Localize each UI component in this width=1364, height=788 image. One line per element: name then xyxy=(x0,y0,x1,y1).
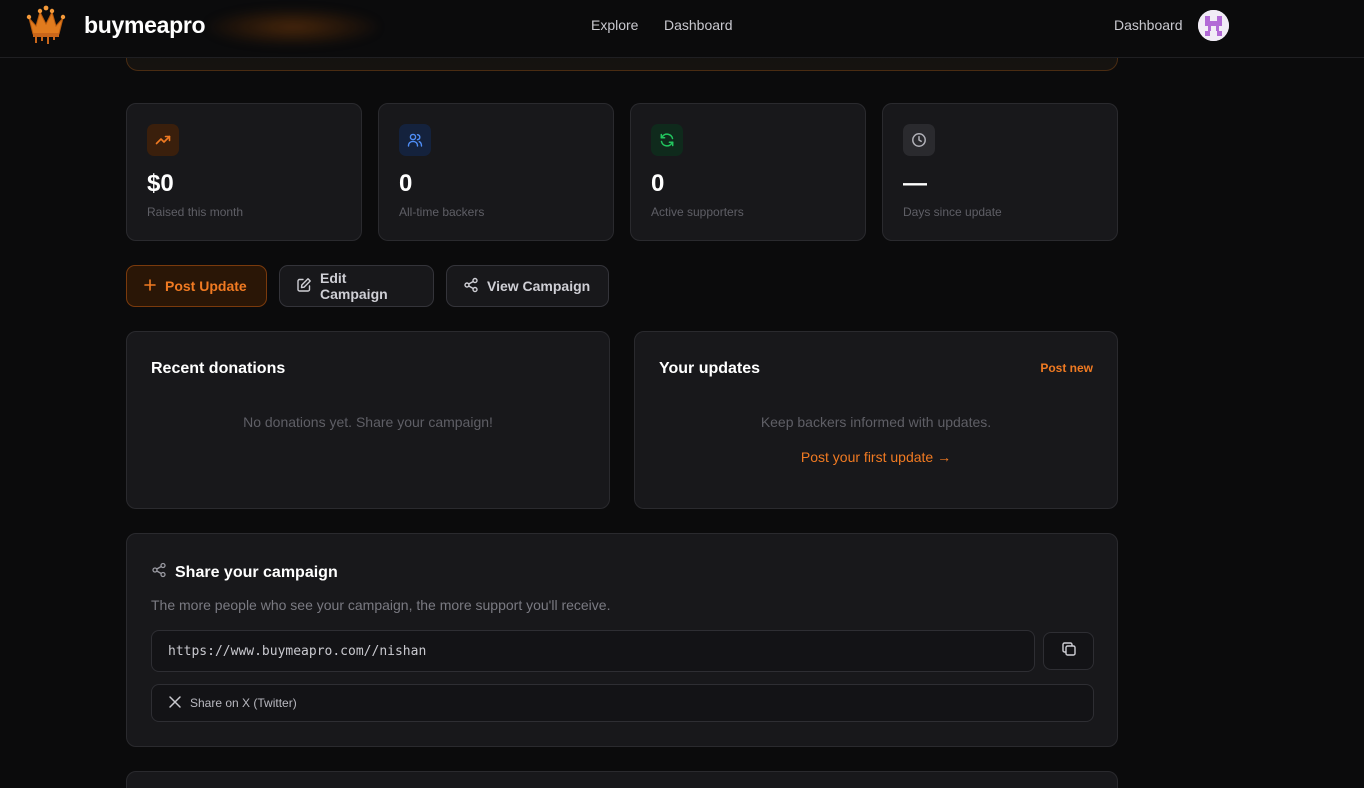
stat-label: Days since update xyxy=(903,205,1002,219)
post-update-button[interactable]: Post Update xyxy=(126,265,267,307)
top-navbar: buymeapro Explore Dashboard Dashboard xyxy=(0,0,1364,58)
post-first-update-link[interactable]: Post your first update → xyxy=(635,449,1117,465)
stat-label: Raised this month xyxy=(147,205,244,219)
share-icon xyxy=(463,277,479,296)
share-icon xyxy=(151,562,167,583)
next-panel xyxy=(126,771,1118,788)
share-heading: Share your campaign xyxy=(151,562,338,583)
stat-value: $0 xyxy=(147,170,174,197)
share-title: Share your campaign xyxy=(175,563,338,581)
empty-donations-message: No donations yet. Share your campaign! xyxy=(243,414,493,430)
copy-url-button[interactable] xyxy=(1043,632,1094,670)
avatar[interactable] xyxy=(1198,10,1229,41)
user-dashboard-link[interactable]: Dashboard xyxy=(1114,17,1183,33)
stat-value: 0 xyxy=(399,170,413,197)
x-logo-icon xyxy=(168,695,182,712)
campaign-url-field[interactable]: https://www.buymeapro.com//nishan xyxy=(151,630,1035,672)
panel-title: Your updates xyxy=(659,360,761,377)
stat-label: All-time backers xyxy=(399,205,485,219)
share-on-x-label: Share on X (Twitter) xyxy=(190,696,297,710)
stat-card-backers: 0 All-time backers xyxy=(378,103,614,241)
stat-card-raised: $0 Raised this month xyxy=(126,103,362,241)
users-icon xyxy=(399,124,431,156)
stat-card-days: — Days since update xyxy=(882,103,1118,241)
copy-icon xyxy=(1061,641,1077,662)
share-campaign-panel: Share your campaign The more people who … xyxy=(126,533,1118,747)
stat-value: — xyxy=(903,170,927,197)
post-update-label: Post Update xyxy=(165,278,247,294)
edit-campaign-label: Edit Campaign xyxy=(320,270,388,302)
stat-value: 0 xyxy=(651,170,665,197)
nav-explore-link[interactable]: Explore xyxy=(591,17,638,33)
your-updates-panel: Your updates Post new Keep backers infor… xyxy=(634,331,1118,509)
refresh-icon xyxy=(651,124,683,156)
panel-title: Recent donations xyxy=(151,360,286,377)
crown-logo-icon[interactable] xyxy=(26,4,66,44)
brand-name[interactable]: buymeapro xyxy=(84,12,206,39)
view-campaign-label: View Campaign xyxy=(487,278,591,294)
edit-icon xyxy=(296,277,312,296)
stat-card-supporters: 0 Active supporters xyxy=(630,103,866,241)
clock-icon xyxy=(903,124,935,156)
edit-campaign-button[interactable]: Edit Campaign xyxy=(279,265,434,307)
empty-updates-message: Keep backers informed with updates. xyxy=(760,414,992,430)
nav-dashboard-link[interactable]: Dashboard xyxy=(664,17,733,33)
recent-donations-panel: Recent donations No donations yet. Share… xyxy=(126,331,610,509)
view-campaign-button[interactable]: View Campaign xyxy=(446,265,609,307)
plus-icon xyxy=(143,278,157,295)
post-new-link[interactable]: Post new xyxy=(1040,361,1093,375)
blurred-badge xyxy=(208,8,378,46)
share-on-x-button[interactable]: Share on X (Twitter) xyxy=(151,684,1094,722)
stat-label: Active supporters xyxy=(651,205,744,219)
trending-up-icon xyxy=(147,124,179,156)
share-description: The more people who see your campaign, t… xyxy=(151,597,611,613)
